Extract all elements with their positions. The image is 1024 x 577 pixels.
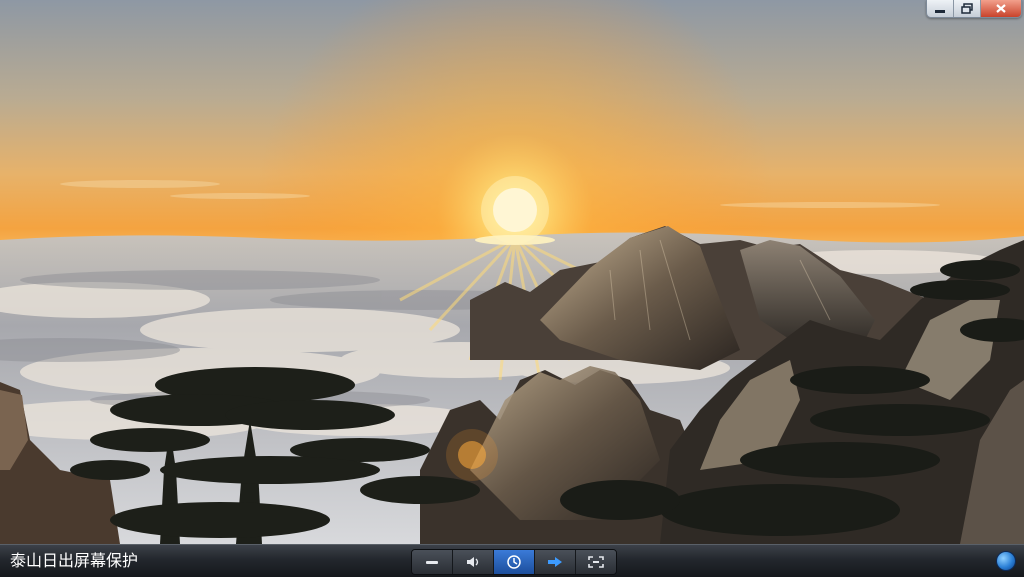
sunrise-landscape-image [0, 0, 1024, 544]
volume-button[interactable] [452, 550, 493, 574]
restore-button[interactable] [953, 0, 980, 17]
minus-icon [426, 561, 438, 564]
bottom-toolbar: 泰山日出屏幕保护 [0, 544, 1024, 577]
close-button[interactable] [980, 0, 1021, 17]
next-button[interactable] [534, 550, 575, 574]
screensaver-title: 泰山日出屏幕保护 [10, 551, 139, 570]
arrow-right-icon [548, 557, 562, 567]
window-controls [926, 0, 1022, 18]
playback-controls [411, 549, 617, 575]
minimize-button[interactable] [927, 0, 953, 17]
minimize-tool-button[interactable] [412, 550, 452, 574]
fullscreen-icon [588, 556, 604, 568]
close-icon [996, 4, 1006, 13]
restore-icon [961, 3, 973, 14]
clock-icon [507, 555, 521, 569]
fullscreen-button[interactable] [575, 550, 616, 574]
minimize-icon [935, 9, 945, 13]
screensaver-scene [0, 0, 1024, 544]
timer-button[interactable] [493, 550, 534, 574]
globe-icon[interactable] [997, 552, 1015, 570]
speaker-icon [467, 557, 479, 567]
